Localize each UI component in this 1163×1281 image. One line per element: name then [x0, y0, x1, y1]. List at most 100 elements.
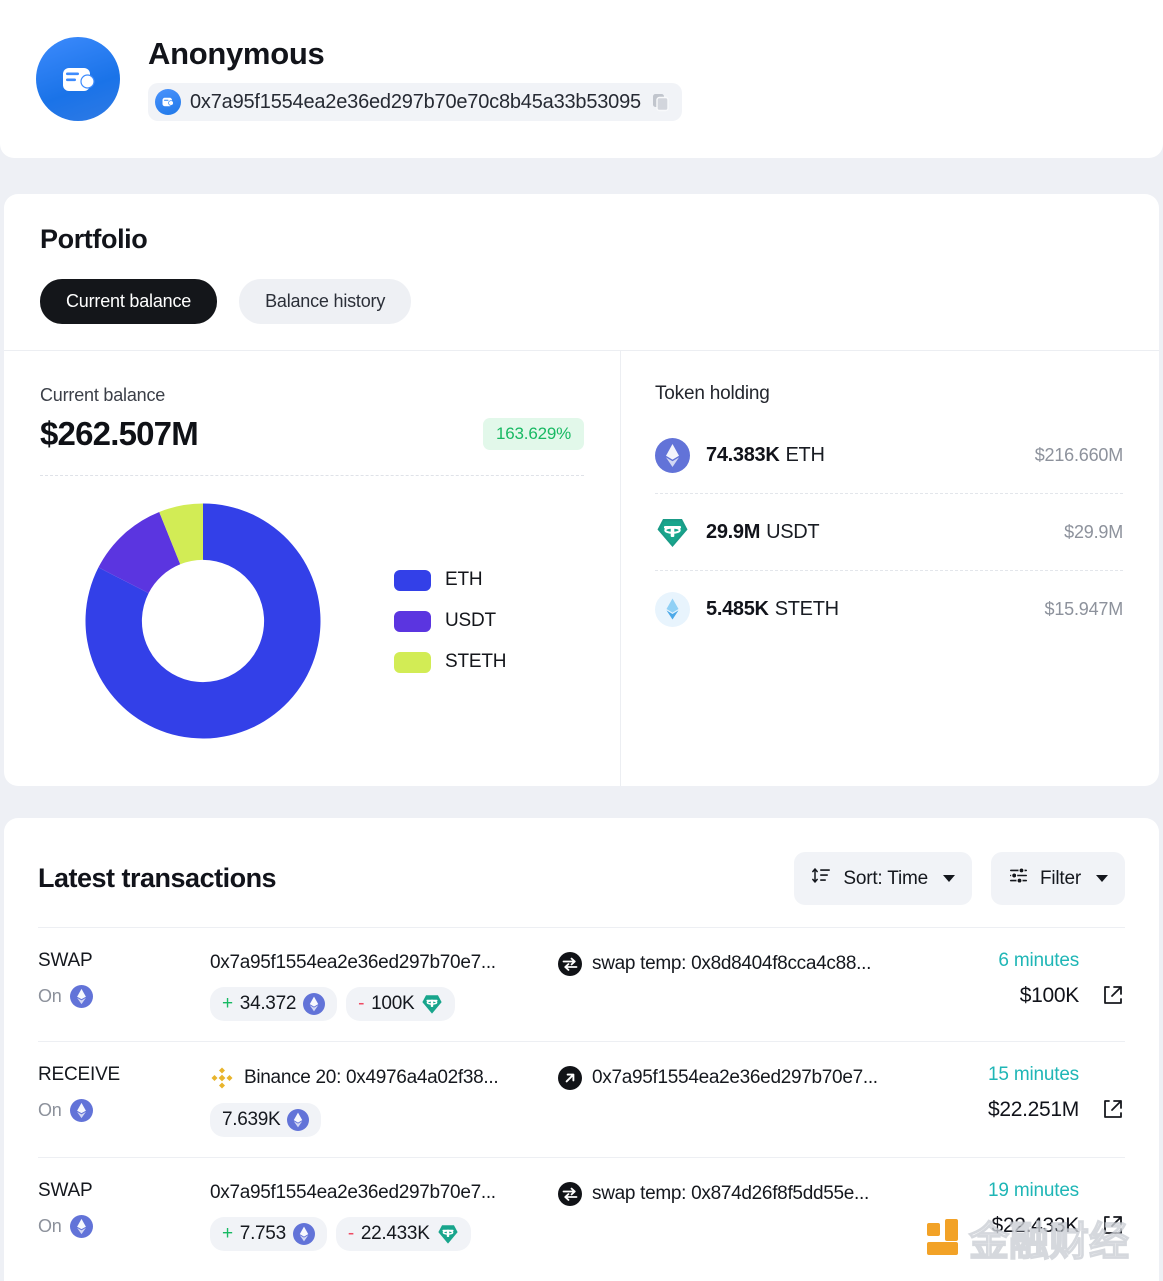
latest-transactions-title: Latest transactions — [38, 863, 277, 893]
token-row[interactable]: 74.383K ETH $216.660M — [655, 417, 1123, 494]
latest-transactions-card: Latest transactions Sort: Time Filter SW… — [4, 818, 1159, 1281]
filter-label: Filter — [1039, 867, 1081, 889]
sort-label: Sort: Time — [843, 867, 928, 889]
on-label: On — [38, 986, 62, 1006]
legend-label: USDT — [445, 610, 496, 631]
external-link-button[interactable] — [1101, 1213, 1125, 1237]
legend-item: USDT — [394, 610, 506, 632]
transaction-to-cell: 0x7a95f1554ea2e36ed297b70e7... — [558, 1064, 948, 1090]
wallet-address-text: 0x7a95f1554ea2e36ed297b70e70c8b45a33b530… — [190, 90, 641, 113]
transaction-row[interactable]: SWAP On 0x7a95f1554ea2e36ed297b70e7... +34.… — [38, 927, 1125, 1041]
chart-legend: ETH USDT STETH — [394, 569, 506, 673]
token-amount: 5.485K — [706, 598, 769, 620]
token-row[interactable]: 5.485K STETH $15.947M — [655, 571, 1123, 647]
filter-icon — [1008, 865, 1029, 892]
amount-chip: +34.372 — [210, 987, 338, 1021]
transaction-from[interactable]: Binance 20: 0x4976a4a02f38... — [210, 1064, 558, 1090]
portfolio-card: Portfolio Current balance Balance histor… — [4, 194, 1159, 786]
transaction-time: 6 minutes — [998, 950, 1079, 971]
transaction-type: RECEIVE — [38, 1064, 121, 1085]
legend-swatch-eth — [394, 569, 431, 591]
token-symbol: STETH — [774, 598, 839, 620]
current-balance-amount: $262.507M — [40, 415, 199, 452]
transaction-meta-cell: 19 minutes $22.433K — [948, 1180, 1125, 1238]
chip-amount: 100K — [371, 993, 415, 1014]
portfolio-donut-chart — [85, 503, 321, 739]
wallet-small-icon — [155, 89, 181, 116]
filter-button[interactable]: Filter — [990, 852, 1125, 905]
chip-amount: 7.753 — [239, 1223, 286, 1244]
chip-amount: 7.639K — [222, 1109, 281, 1130]
token-usd-value: $29.9M — [1064, 522, 1123, 542]
transaction-from[interactable]: 0x7a95f1554ea2e36ed297b70e7... — [210, 1180, 558, 1204]
external-link-icon — [1104, 1216, 1122, 1234]
token-holding-panel: Token holding 74.383K ETH $216.660M 29.9… — [621, 351, 1159, 786]
copy-icon[interactable] — [650, 91, 672, 113]
transaction-chain: On — [38, 1099, 210, 1122]
transaction-type: SWAP — [38, 950, 93, 971]
amount-chip: +7.753 — [210, 1217, 327, 1251]
external-link-button[interactable] — [1101, 983, 1125, 1007]
transaction-type-cell: SWAP On — [38, 1180, 210, 1238]
external-link-icon — [1104, 986, 1122, 1004]
binance-icon — [211, 1067, 233, 1089]
chip-amount: 34.372 — [239, 993, 297, 1014]
legend-swatch-steth — [394, 651, 431, 673]
to-address: swap temp: 0x874d26f8f5dd55e... — [592, 1183, 869, 1204]
portfolio-tabs: Current balance Balance history — [40, 279, 1123, 324]
transaction-row[interactable]: RECEIVE On Binance 20: 0x4976a4a02f38... 7.… — [38, 1041, 1125, 1157]
transaction-row[interactable]: SWAP On 0x7a95f1554ea2e36ed297b70e7... +7.7… — [38, 1157, 1125, 1271]
from-address: 0x7a95f1554ea2e36ed297b70e7... — [210, 1182, 496, 1203]
wallet-address-pill[interactable]: 0x7a95f1554ea2e36ed297b70e70c8b45a33b530… — [148, 83, 682, 122]
usdt-icon — [655, 515, 690, 550]
from-address: 0x7a95f1554ea2e36ed297b70e7... — [210, 952, 496, 973]
current-balance-label: Current balance — [40, 385, 166, 405]
eth-icon — [287, 1109, 310, 1131]
legend-label: STETH — [445, 651, 507, 672]
eth-icon — [655, 438, 690, 473]
from-address: Binance 20: 0x4976a4a02f38... — [244, 1067, 499, 1088]
token-amount: 29.9M — [706, 521, 761, 543]
eth-icon — [303, 993, 326, 1015]
transaction-to-cell: swap temp: 0x8d8404f8cca4c88... — [558, 950, 948, 976]
transaction-value: $22.433K — [991, 1214, 1079, 1237]
token-symbol: USDT — [766, 521, 820, 543]
swap-icon — [558, 952, 582, 976]
tab-balance-history[interactable]: Balance history — [239, 279, 412, 324]
transaction-type-cell: SWAP On — [38, 950, 210, 1008]
on-label: On — [38, 1100, 62, 1120]
transaction-value: $22.251M — [987, 1098, 1079, 1121]
external-link-button[interactable] — [1101, 1097, 1125, 1121]
transaction-type: SWAP — [38, 1180, 93, 1201]
legend-item: ETH — [394, 569, 506, 591]
transaction-to-cell: swap temp: 0x874d26f8f5dd55e... — [558, 1180, 948, 1206]
amount-sign: + — [222, 993, 233, 1014]
transaction-to[interactable]: swap temp: 0x8d8404f8cca4c88... — [558, 950, 948, 976]
amount-chip: -100K — [346, 987, 456, 1021]
transaction-list: SWAP On 0x7a95f1554ea2e36ed297b70e7... +34.… — [4, 927, 1159, 1271]
transaction-from-cell: Binance 20: 0x4976a4a02f38... 7.639K — [210, 1064, 558, 1137]
on-label: On — [38, 1216, 62, 1236]
tab-current-balance[interactable]: Current balance — [40, 279, 218, 324]
transaction-to[interactable]: swap temp: 0x874d26f8f5dd55e... — [558, 1180, 948, 1206]
eth-chain-icon — [69, 1099, 93, 1122]
sort-button[interactable]: Sort: Time — [794, 852, 972, 905]
amount-chip: 7.639K — [210, 1103, 322, 1137]
swap-icon — [558, 1182, 582, 1206]
to-address: 0x7a95f1554ea2e36ed297b70e7... — [592, 1067, 878, 1088]
amount-sign: - — [358, 993, 365, 1014]
legend-item: STETH — [394, 651, 506, 673]
to-address: swap temp: 0x8d8404f8cca4c88... — [592, 953, 872, 974]
portfolio-title: Portfolio — [40, 224, 148, 254]
sort-icon — [811, 865, 832, 892]
chevron-down-icon — [942, 875, 955, 882]
legend-label: ETH — [445, 569, 483, 590]
eth-chain-icon — [69, 1215, 93, 1238]
transaction-time: 19 minutes — [988, 1180, 1079, 1201]
token-row[interactable]: 29.9M USDT $29.9M — [655, 494, 1123, 571]
transaction-to[interactable]: 0x7a95f1554ea2e36ed297b70e7... — [558, 1064, 948, 1090]
divider — [40, 475, 584, 476]
portfolio-header: Portfolio Current balance Balance histor… — [4, 194, 1159, 350]
transaction-from-cell: 0x7a95f1554ea2e36ed297b70e7... +34.372-10… — [210, 950, 558, 1021]
transaction-from[interactable]: 0x7a95f1554ea2e36ed297b70e7... — [210, 950, 558, 974]
